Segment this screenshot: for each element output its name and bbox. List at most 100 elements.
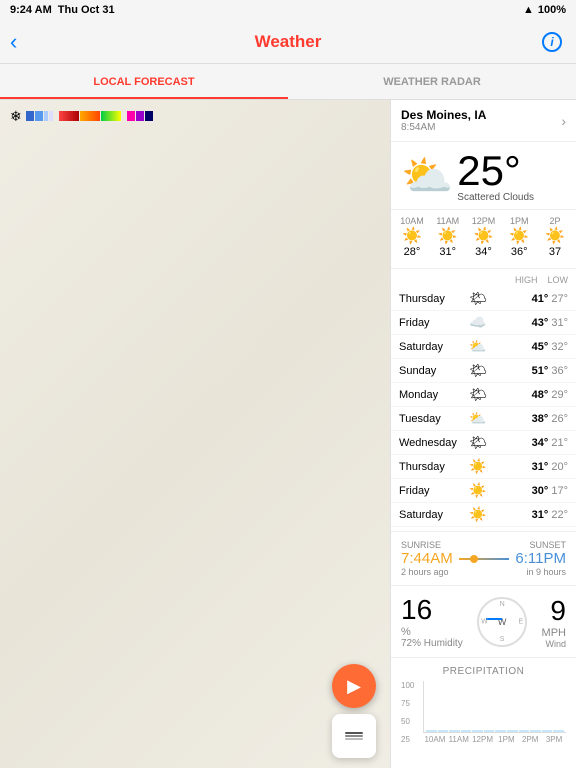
sun-arc (459, 544, 510, 574)
precip-chart (423, 681, 566, 733)
precip-y-25: 25 (401, 735, 421, 744)
hourly-temp-4: 37 (549, 246, 561, 258)
weather-panel: Des Moines, IA 8:54AM › ⛅ 25° Scattered … (390, 100, 576, 768)
status-left: 9:24 AM Thu Oct 31 (10, 4, 115, 16)
status-right: ▲ 100% (523, 4, 566, 16)
daily-day-9: Saturday (399, 509, 467, 521)
hourly-row: 10AM ☀️ 28° 11AM ☀️ 31° 12PM ☀️ 34° 1PM … (397, 216, 570, 258)
daily-forecast: HIGH LOW Thursday 🌤 41° 27° Friday ☁️ 43… (391, 269, 576, 532)
nav-title: Weather (255, 32, 322, 52)
precip-block: PRECIPITATION 100 75 50 25 (391, 658, 576, 752)
daily-day-5: Tuesday (399, 413, 467, 425)
sunset-sublabel: in 9 hours (515, 567, 566, 577)
map-legend: ❄ (10, 106, 380, 126)
daily-icon-2: ⛅ (467, 338, 489, 355)
wind-label: Wind (542, 639, 566, 649)
daily-day-0: Thursday (399, 293, 467, 305)
daily-temps-0: 41° 27° (532, 293, 568, 305)
precip-x-0: 10AM (423, 735, 447, 744)
daily-row-8: Friday ☀️ 30° 17° (391, 479, 576, 503)
daily-temps-9: 31° 22° (532, 509, 568, 521)
precip-x-4: 2PM (518, 735, 542, 744)
hourly-icon-1: ☀️ (438, 226, 458, 246)
precip-y-100: 100 (401, 681, 421, 690)
high-label: HIGH (515, 275, 538, 285)
daily-row-0: Thursday 🌤 41° 27° (391, 287, 576, 311)
wifi-icon: ▲ (523, 4, 534, 16)
daily-header-hl: HIGH LOW (515, 275, 568, 285)
wind-speed-unit: MPH (542, 627, 566, 639)
daily-temps-1: 43° 31° (532, 317, 568, 329)
current-temp-block: 25° Scattered Clouds (457, 150, 534, 203)
wind-speed-block: 9 MPH Wind (542, 595, 566, 649)
sunset-block: SUNSET 6:11PM in 9 hours (515, 540, 566, 577)
location-time: 8:54AM (401, 122, 486, 133)
hourly-item-2: 12PM ☀️ 34° (469, 216, 499, 258)
sunrise-sublabel: 2 hours ago (401, 567, 453, 577)
precip-x-3: 1PM (494, 735, 518, 744)
tab-local-forecast[interactable]: LOCAL FORECAST (0, 64, 288, 99)
precip-x-5: 3PM (542, 735, 566, 744)
daily-row-1: Friday ☁️ 43° 31° (391, 311, 576, 335)
hourly-icon-0: ☀️ (402, 226, 422, 246)
daily-icon-6: 🌤 (467, 434, 489, 451)
daily-row-5: Tuesday ⛅ 38° 26° (391, 407, 576, 431)
daily-day-8: Friday (399, 485, 467, 497)
humidity-value: 16 (401, 594, 463, 626)
daily-row-6: Wednesday 🌤 34° 21° (391, 431, 576, 455)
humidity-unit: % (401, 626, 463, 638)
daily-icon-3: 🌤 (467, 362, 489, 379)
daily-row-2: Saturday ⛅ 45° 32° (391, 335, 576, 359)
main-content: 90 90 35 80 IOWA MISSOURI Minneapolis Sa… (0, 100, 576, 768)
daily-day-6: Wednesday (399, 437, 467, 449)
daily-temps-5: 38° 26° (532, 413, 568, 425)
daily-icon-7: ☀️ (467, 458, 489, 475)
precip-x-2: 12PM (471, 735, 495, 744)
location-info: Des Moines, IA 8:54AM (401, 108, 486, 133)
hourly-item-0: 10AM ☀️ 28° (397, 216, 427, 258)
hourly-forecast: 10AM ☀️ 28° 11AM ☀️ 31° 12PM ☀️ 34° 1PM … (391, 210, 576, 269)
hourly-time-0: 10AM (400, 216, 424, 226)
sunset-time: 6:11PM (515, 550, 566, 567)
tab-weather-radar[interactable]: WEATHER RADAR (288, 64, 576, 99)
wind-block: 16 % 72% Humidity W S N W E 9 MPH Wind (391, 586, 576, 658)
status-day: Thu Oct 31 (58, 4, 115, 16)
daily-day-1: Friday (399, 317, 467, 329)
location-chevron: › (561, 113, 566, 129)
map-area[interactable]: 90 90 35 80 IOWA MISSOURI Minneapolis Sa… (0, 100, 390, 768)
legend-snow-icon: ❄ (10, 108, 22, 125)
current-weather-icon: ⛅ (401, 152, 453, 201)
hourly-time-3: 1PM (510, 216, 529, 226)
daily-row-7: Thursday ☀️ 31° 20° (391, 455, 576, 479)
daily-icon-1: ☁️ (467, 314, 489, 331)
daily-day-4: Monday (399, 389, 467, 401)
daily-day-2: Saturday (399, 341, 467, 353)
map-layers-button[interactable] (332, 714, 376, 758)
sun-arc-dot (470, 555, 478, 563)
wind-compass: W S N W E (477, 597, 527, 647)
hourly-icon-3: ☀️ (509, 226, 529, 246)
battery-status: 100% (538, 4, 566, 16)
hourly-temp-0: 28° (404, 246, 421, 258)
hourly-time-4: 2P (549, 216, 560, 226)
precip-x-1: 11AM (447, 735, 471, 744)
precip-x-axis: 10AM 11AM 12PM 1PM 2PM 3PM (423, 735, 566, 744)
hourly-item-4: 2P ☀️ 37 (540, 216, 570, 258)
daily-temps-8: 30° 17° (532, 485, 568, 497)
daily-temps-3: 51° 36° (532, 365, 568, 377)
daily-temps-4: 48° 29° (532, 389, 568, 401)
daily-temps-2: 45° 32° (532, 341, 568, 353)
sun-times: SUNRISE 7:44AM 2 hours ago SUNSET 6:11PM… (391, 532, 576, 586)
sunrise-label: SUNRISE (401, 540, 453, 550)
wind-speed-num: 9 (542, 595, 566, 627)
daily-icon-9: ☀️ (467, 506, 489, 523)
sunset-label: SUNSET (515, 540, 566, 550)
current-location[interactable]: Des Moines, IA 8:54AM › (391, 100, 576, 142)
daily-day-3: Sunday (399, 365, 467, 377)
status-bar: 9:24 AM Thu Oct 31 ▲ 100% (0, 0, 576, 20)
info-button[interactable]: i (542, 32, 562, 52)
status-time: 9:24 AM (10, 4, 52, 16)
daily-row-9: Saturday ☀️ 31° 22° (391, 503, 576, 527)
map-play-button[interactable]: ▶ (332, 664, 376, 708)
back-button[interactable]: ‹ (10, 29, 17, 55)
